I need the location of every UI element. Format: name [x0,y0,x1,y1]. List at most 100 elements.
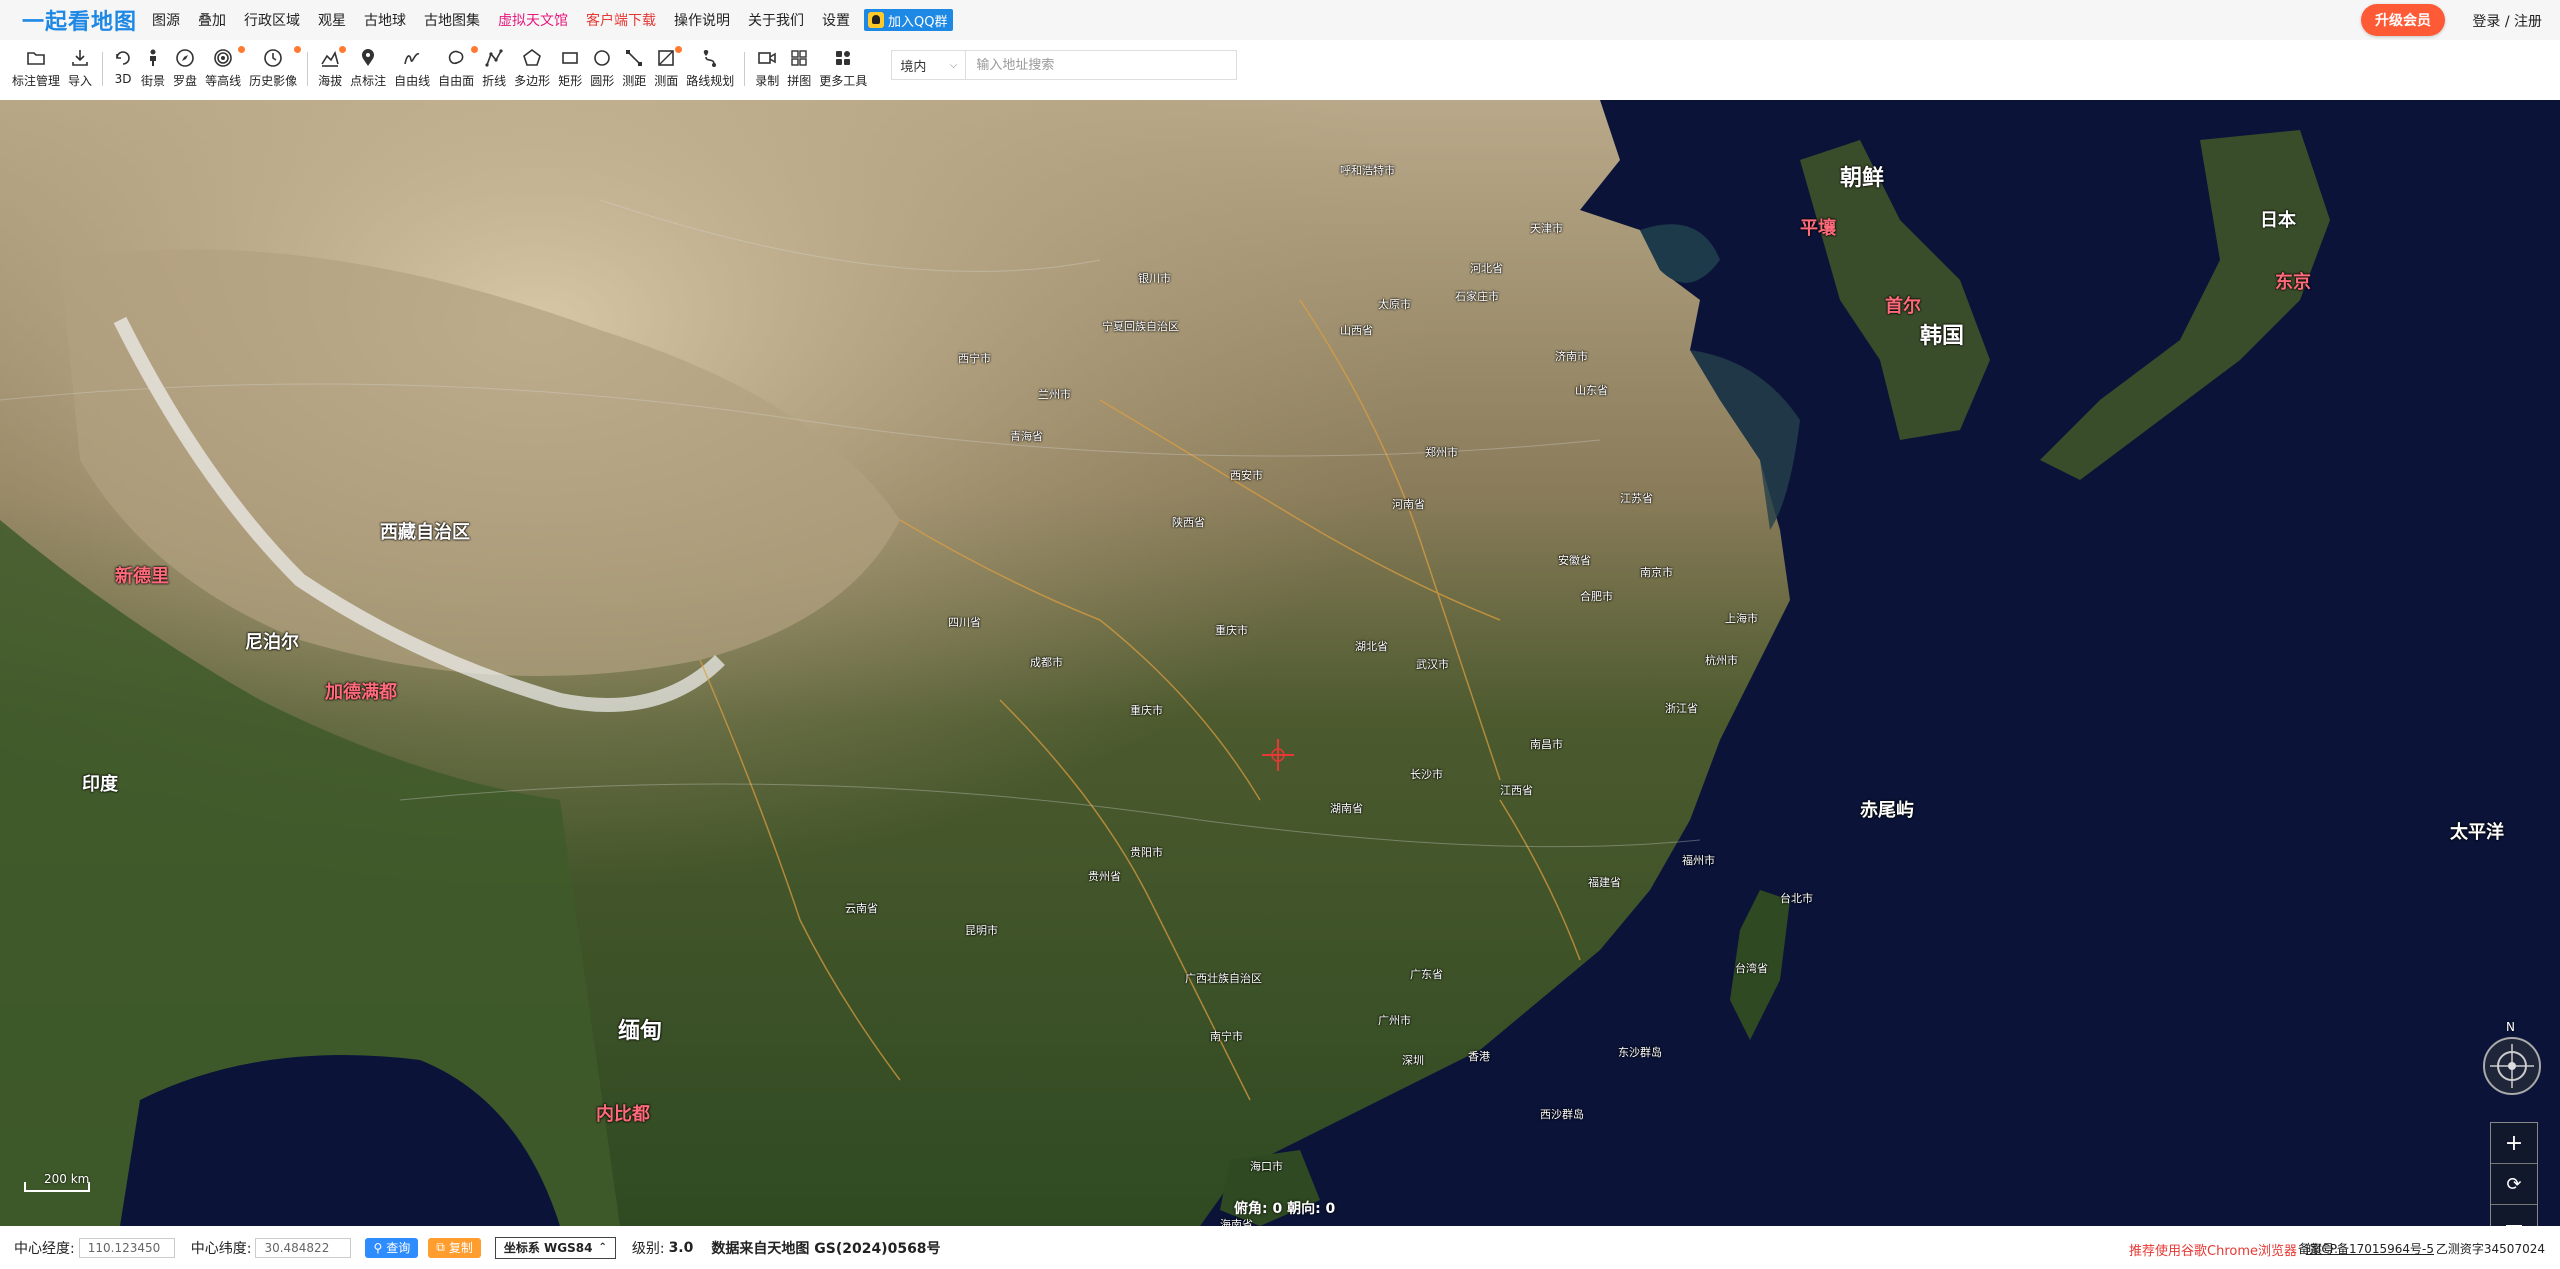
coordinate-system-select[interactable]: 坐标系 WGS84 ⌃ [494,1236,616,1259]
tool-circle-button[interactable]: 圆形 [590,48,614,89]
polyline-icon [485,49,503,67]
tool-record-button[interactable]: 录制 [755,48,779,89]
map-place-label: 兰州市 [1038,388,1071,401]
history-clock-icon [264,49,282,67]
map-place-label: 内比都 [596,1104,650,1125]
join-qq-group-label: 加入QQ群 [888,14,948,30]
tool-download-button[interactable]: 导入 [68,48,92,89]
tool-route-plan-button[interactable]: 路线规划 [686,48,734,89]
menu-item-6[interactable]: 虚拟天文馆 [498,10,568,30]
region-select[interactable]: 境内 ⌵ [892,51,967,79]
tool-label: 圆形 [590,74,615,88]
map-place-label: 重庆市 [1215,624,1248,637]
status-bar: 中心经度: 110.123450 中心纬度: 30.484822 ⚲ 查询 ⧉ … [0,1226,2560,1269]
map-view[interactable]: 西藏自治区 尼泊尔 加德满都 新德里 印度 缅甸 内比都 朝鲜 平壤 首尔 韩国 日本 东京 赤尾屿 太平洋… [0,100,2560,1226]
scale-bar-label: 200 km [44,1172,90,1186]
tool-pegman-button[interactable]: 街景 [141,48,165,89]
map-place-label: 长沙市 [1410,768,1443,781]
tool-rectangle-button[interactable]: 矩形 [558,48,582,89]
tool-measure-distance-button[interactable]: 测距 [622,48,646,89]
folder-icon [27,52,45,65]
toolbar-separator [102,52,104,86]
zoom-in-button[interactable]: + [2491,1123,2537,1164]
map-place-label: 湖北省 [1355,640,1388,653]
new-badge-dot [238,46,246,53]
menu-item-5[interactable]: 古地图集 [424,10,480,30]
map-place-label: 宁夏回族自治区 [1102,320,1179,333]
tool-label: 海拔 [318,74,343,88]
compass-ring-icon[interactable] [2478,1036,2546,1096]
menu-item-9[interactable]: 关于我们 [748,10,804,30]
tool-history-clock-button[interactable]: 历史影像 [249,46,302,89]
map-place-label: 东沙群岛 [1618,1046,1662,1059]
tool-rotate-3d-button[interactable]: 3D [113,48,133,86]
center-longitude-field[interactable]: 110.123450 [78,1237,175,1258]
map-place-label: 东京 [2275,272,2311,293]
login-register-link[interactable]: 登录 / 注册 [2472,11,2542,31]
map-place-label: 海口市 [1250,1160,1283,1173]
map-place-label: 杭州市 [1705,654,1738,667]
map-place-label: 武汉市 [1416,658,1449,671]
menu-item-8[interactable]: 操作说明 [674,10,730,30]
map-place-label: 河北省 [1470,262,1503,275]
map-place-label: 济南市 [1555,350,1588,363]
zoom-out-button[interactable] [2491,1205,2537,1226]
center-latitude-field[interactable]: 30.484822 [255,1237,352,1258]
measure-area-icon [658,50,675,66]
join-qq-group-button[interactable]: 加入QQ群 [864,9,954,31]
map-place-label: 赤尾屿 [1860,800,1914,821]
menu-item-3[interactable]: 观星 [318,10,346,30]
map-place-label: 重庆市 [1130,704,1163,717]
menu-item-4[interactable]: 古地球 [364,10,406,30]
tool-label: 多边形 [514,74,551,88]
tool-freehand-polygon-button[interactable]: 自由面 [438,46,479,89]
map-place-label: 韩国 [1920,324,1965,349]
tool-contour-button[interactable]: 等高线 [205,46,246,89]
more-tools-icon [836,51,851,65]
map-place-label: 上海市 [1725,612,1758,625]
map-place-label: 深圳 [1402,1054,1424,1067]
new-badge-dot [471,46,479,53]
tool-label: 历史影像 [249,74,298,88]
coordinate-system-value: 坐标系 WGS84 [503,1241,593,1255]
tool-freehand-line-button[interactable]: 自由线 [394,48,430,89]
menu-item-7[interactable]: 客户端下载 [586,10,656,30]
tool-mosaic-button[interactable]: 拼图 [787,48,811,89]
map-place-label: 浙江省 [1665,702,1698,715]
address-search-input[interactable] [966,51,1237,79]
copy-button[interactable]: ⧉ 复制 [428,1237,481,1258]
tool-measure-area-button[interactable]: 测面 [654,46,683,89]
map-place-label: 青海省 [1010,430,1043,443]
upgrade-vip-button[interactable]: 升级会员 [2361,4,2445,36]
menu-item-1[interactable]: 叠加 [198,10,226,30]
menu-item-2[interactable]: 行政区域 [244,10,300,30]
tool-label: 自由面 [438,74,475,88]
map-place-label: 合肥市 [1580,590,1613,603]
icp-link[interactable]: 皖ICP备17015964号-5 [2306,1240,2434,1257]
menu-item-10[interactable]: 设置 [822,10,850,30]
menu-item-0[interactable]: 图源 [152,10,180,30]
view-orientation: 俯角: 0 朝向: 0 [1234,1201,1336,1217]
satellite-basemap [0,100,2560,1226]
tool-map-pin-button[interactable]: 点标注 [350,48,386,89]
compass-widget[interactable]: N [2478,1020,2546,1096]
reset-view-button[interactable]: ⟳ [2491,1164,2537,1205]
query-button-label: 查询 [386,1241,411,1255]
map-place-label: 印度 [82,774,118,795]
tool-more-tools-button[interactable]: 更多工具 [819,48,867,89]
map-place-label: 西安市 [1230,469,1263,482]
center-crosshair-icon [1262,739,1294,771]
tool-compass-button[interactable]: 罗盘 [173,48,197,89]
tool-label: 罗盘 [173,74,198,88]
tool-elevation-button[interactable]: 海拔 [318,46,347,89]
tool-label: 自由线 [394,74,431,88]
zoom-control: + ⟳ [2490,1122,2538,1226]
tool-polyline-button[interactable]: 折线 [482,48,506,89]
tool-polygon-button[interactable]: 多边形 [514,48,550,89]
query-button[interactable]: ⚲ 查询 [365,1237,419,1258]
map-place-label: 福建省 [1588,876,1621,889]
site-logo[interactable]: 一起看地图 [22,4,138,36]
compass-icon [176,49,194,67]
tool-folder-button[interactable]: 标注管理 [12,48,60,89]
new-badge-dot [339,46,347,53]
